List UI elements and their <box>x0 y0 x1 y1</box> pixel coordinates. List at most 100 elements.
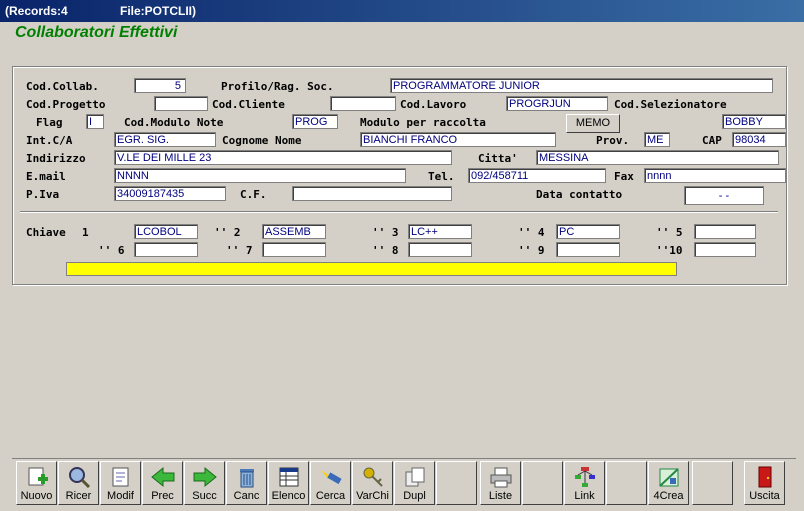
build-icon <box>658 468 679 487</box>
profilo-field[interactable]: PROGRAMMATORE JUNIOR <box>390 78 773 93</box>
cod-cliente-field[interactable] <box>330 96 396 111</box>
canc-button[interactable]: Canc <box>226 461 267 505</box>
new-document-icon <box>28 467 48 486</box>
empty-button-2[interactable] <box>522 461 563 505</box>
tel-label: Tel. <box>428 170 455 183</box>
cod-lavoro-field[interactable]: PROGRJUN <box>506 96 608 111</box>
key-8-label: '' 8 <box>372 244 399 257</box>
arrow-right-icon <box>193 466 217 488</box>
fax-field[interactable]: nnnn <box>644 168 786 183</box>
key-2-field[interactable]: ASSEMB <box>262 224 326 239</box>
ricer-button[interactable]: Ricer <box>58 461 99 505</box>
cod-modulo-note-field[interactable]: PROG <box>292 114 338 129</box>
tel-field[interactable]: 092/458711 <box>468 168 606 183</box>
citta-label: Citta' <box>478 152 518 165</box>
key-9-field[interactable] <box>556 242 620 257</box>
varchi-button[interactable]: VarChi <box>352 461 393 505</box>
chiave-label: Chiave <box>26 226 66 239</box>
key-1-label: 1 <box>82 226 89 239</box>
key-9-label: '' 9 <box>518 244 545 257</box>
trash-icon <box>239 469 254 488</box>
flashlight-icon <box>320 470 342 485</box>
4crea-button[interactable]: 4Crea <box>648 461 689 505</box>
uscita-button[interactable]: Uscita <box>744 461 785 505</box>
edit-document-icon <box>112 467 128 487</box>
key-6-label: '' 6 <box>98 244 125 257</box>
key-2-label: '' 2 <box>214 226 241 239</box>
succ-button[interactable]: Succ <box>184 461 225 505</box>
key-6-field[interactable] <box>134 242 198 257</box>
file-name: File:POTCLII) <box>120 4 196 18</box>
data-contatto-field[interactable]: - - <box>684 186 764 205</box>
cod-progetto-label: Cod.Progetto <box>26 98 106 111</box>
citta-field[interactable]: MESSINA <box>536 150 779 165</box>
magnifier-icon <box>68 467 90 488</box>
cognome-nome-label: Cognome Nome <box>222 134 302 147</box>
prec-button[interactable]: Prec <box>142 461 183 505</box>
title-bar: (Records:4 File:POTCLII) <box>0 0 804 22</box>
cf-field[interactable] <box>292 186 452 201</box>
cap-field[interactable]: 98034 <box>732 132 786 147</box>
cognome-nome-field[interactable]: BIANCHI FRANCO <box>360 132 556 147</box>
profilo-label: Profilo/Rag. Soc. <box>221 80 334 93</box>
records-count: (Records:4 <box>5 4 68 18</box>
key-10-field[interactable] <box>694 242 756 257</box>
status-bar-yellow <box>66 262 677 276</box>
liste-button[interactable]: Liste <box>480 461 521 505</box>
arrow-left-icon <box>150 466 174 488</box>
key-4-field[interactable]: PC <box>556 224 620 239</box>
modulo-raccolta-label: Modulo per raccolta <box>360 116 486 129</box>
key-3-label: '' 3 <box>372 226 399 239</box>
key-7-field[interactable] <box>262 242 326 257</box>
cod-selezionatore-label: Cod.Selezionatore <box>614 98 727 111</box>
keys-icon <box>363 467 383 487</box>
list-icon <box>279 467 298 487</box>
flag-label: Flag <box>36 116 63 129</box>
cod-cliente-label: Cod.Cliente <box>212 98 285 111</box>
page-title: Collaboratori Effettivi <box>15 24 178 41</box>
dupl-button[interactable]: Dupl <box>394 461 435 505</box>
toolbar: Nuovo Ricer Modif Prec Succ Canc Elenco … <box>12 458 796 507</box>
email-field[interactable]: NNNN <box>114 168 406 183</box>
cf-label: C.F. <box>240 188 267 201</box>
elenco-button[interactable]: Elenco <box>268 461 309 505</box>
prov-field[interactable]: ME <box>644 132 670 147</box>
int-ca-label: Int.C/A <box>26 134 73 147</box>
modif-button[interactable]: Modif <box>100 461 141 505</box>
cod-collab-field[interactable]: 5 <box>134 78 186 93</box>
key-1-field[interactable]: LCOBOL <box>134 224 198 239</box>
cap-label: CAP <box>702 134 722 147</box>
key-7-label: '' 7 <box>226 244 253 257</box>
prov-label: Prov. <box>596 134 630 147</box>
nuovo-button[interactable]: Nuovo <box>16 461 57 505</box>
empty-button-1[interactable] <box>436 461 477 505</box>
piva-label: P.Iva <box>26 188 60 201</box>
exit-door-icon <box>758 466 771 488</box>
key-5-label: '' 5 <box>656 226 683 239</box>
key-3-field[interactable]: LC++ <box>408 224 472 239</box>
cod-selezionatore-field[interactable]: BOBBY <box>722 114 786 129</box>
int-ca-field[interactable]: EGR. SIG. <box>114 132 216 147</box>
fax-label: Fax <box>614 170 634 183</box>
link-button[interactable]: Link <box>564 461 605 505</box>
cod-modulo-note-label: Cod.Modulo Note <box>124 116 224 129</box>
memo-button[interactable]: MEMO <box>566 114 620 133</box>
email-label: E.mail <box>26 170 66 183</box>
indirizzo-label: Indirizzo <box>26 152 86 165</box>
empty-button-3[interactable] <box>606 461 647 505</box>
flag-field[interactable]: I <box>86 114 104 129</box>
key-5-field[interactable] <box>694 224 756 239</box>
data-contatto-label: Data contatto <box>536 188 623 201</box>
empty-button-4[interactable] <box>692 461 733 505</box>
cerca-button[interactable]: Cerca <box>310 461 351 505</box>
section-divider <box>20 211 778 213</box>
indirizzo-field[interactable]: V.LE DEI MILLE 23 <box>114 150 452 165</box>
cod-lavoro-label: Cod.Lavoro <box>400 98 467 111</box>
printer-icon <box>490 467 511 488</box>
cod-collab-label: Cod.Collab. <box>26 80 99 93</box>
piva-field[interactable]: 34009187435 <box>114 186 226 201</box>
key-8-field[interactable] <box>408 242 472 257</box>
link-network-icon <box>574 467 595 487</box>
cod-progetto-field[interactable] <box>154 96 208 111</box>
key-10-label: ''10 <box>656 244 683 257</box>
